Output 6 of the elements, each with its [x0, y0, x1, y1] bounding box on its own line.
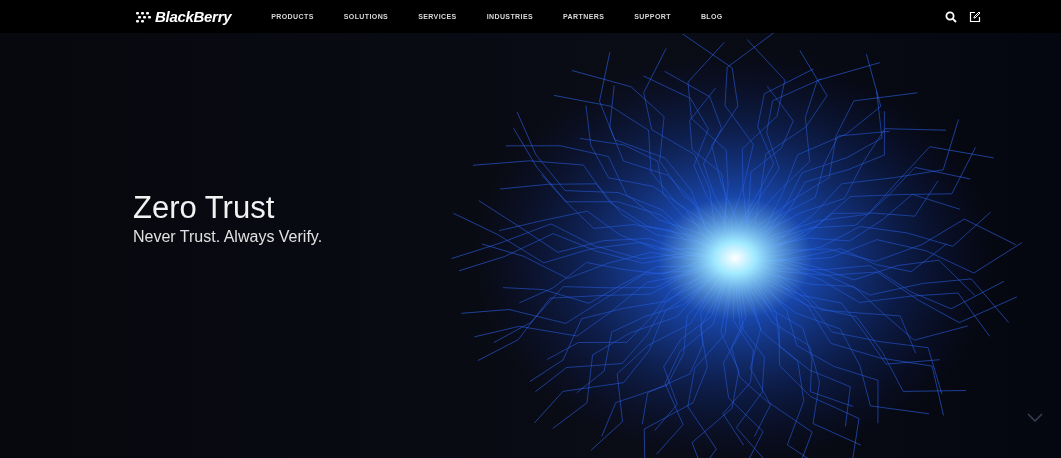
hero-title: Zero Trust — [133, 190, 275, 226]
hero-subtitle: Never Trust. Always Verify. — [133, 228, 323, 246]
logo-wordmark[interactable]: BlackBerry — [155, 8, 232, 25]
logo-dots-icon — [135, 10, 151, 23]
search-icon[interactable] — [945, 10, 957, 23]
edit-icon[interactable] — [969, 10, 981, 23]
